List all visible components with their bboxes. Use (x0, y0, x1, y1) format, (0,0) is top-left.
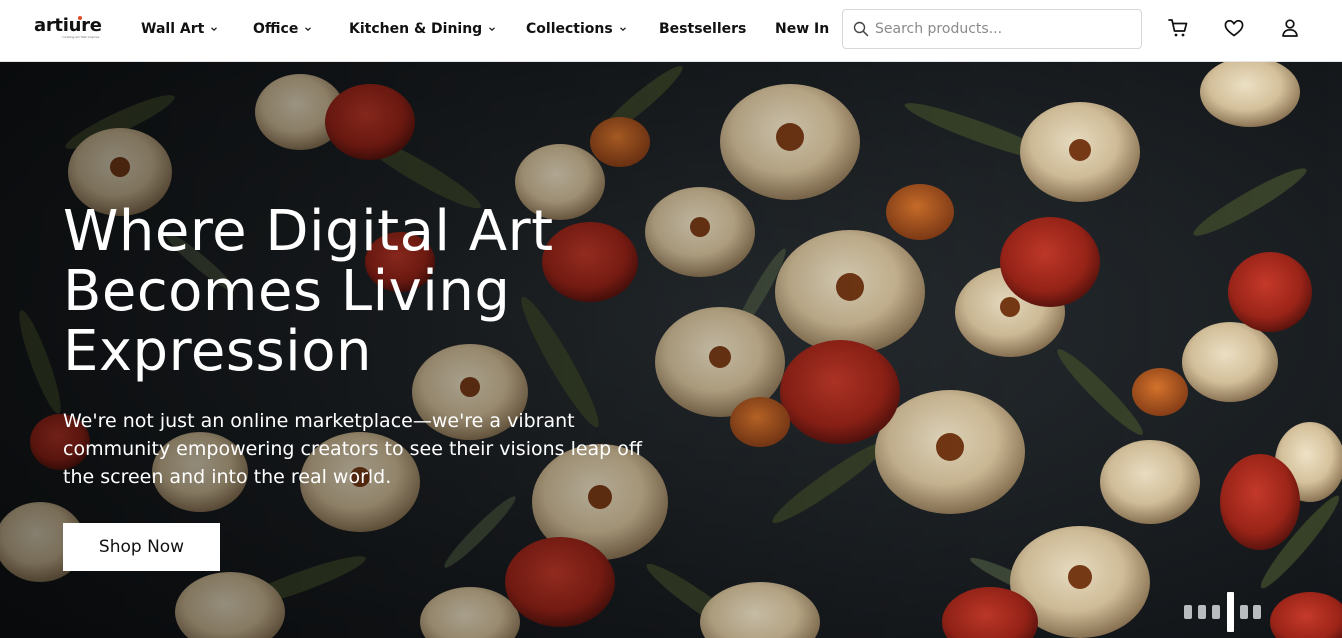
site-header: artiure curating art that inspires Wall … (0, 0, 1342, 62)
heart-icon[interactable] (1223, 17, 1245, 39)
chevron-down-icon (211, 27, 218, 32)
hero-banner: Where Digital Art Becomes Living Express… (0, 62, 1342, 638)
nav-item-office[interactable]: Office (253, 0, 312, 58)
carousel-dot[interactable] (1240, 605, 1248, 619)
search-input[interactable] (875, 16, 1133, 42)
nav-item-new-in[interactable]: New In (775, 0, 829, 58)
nav-item-kitchen-dining[interactable]: Kitchen & Dining (349, 0, 496, 58)
nav-item-label: Bestsellers (659, 21, 747, 37)
nav-item-wall-art[interactable]: Wall Art (141, 0, 218, 58)
hero-title-line: Where Digital Art (63, 199, 554, 264)
logo-wordmark: artiure (34, 15, 102, 36)
cart-icon[interactable] (1167, 17, 1189, 39)
carousel-dot-active[interactable] (1227, 592, 1234, 632)
logo-accent-dot (78, 16, 82, 20)
carousel-dot[interactable] (1184, 605, 1192, 619)
shop-now-button[interactable]: Shop Now (63, 523, 220, 571)
search-box[interactable] (842, 9, 1142, 49)
nav-item-collections[interactable]: Collections (526, 0, 627, 58)
search-icon (853, 21, 869, 37)
nav-item-label: Kitchen & Dining (349, 21, 483, 37)
carousel-dot[interactable] (1198, 605, 1206, 619)
nav-item-label: Office (253, 21, 299, 37)
hero-subtitle: We're not just an online marketplace—we'… (63, 407, 723, 491)
carousel-indicators (1182, 592, 1272, 632)
carousel-dot[interactable] (1253, 605, 1261, 619)
nav-item-label: Collections (526, 21, 613, 37)
nav-item-label: New In (775, 21, 830, 37)
hero-title-line: Becomes Living (63, 259, 511, 324)
hero-subtitle-line: We're not just an online marketplace—we'… (63, 410, 575, 432)
logo[interactable]: artiure curating art that inspires (34, 15, 102, 42)
user-icon[interactable] (1279, 17, 1301, 39)
hero-subtitle-line: the screen and into the real world. (63, 466, 392, 488)
hero-subtitle-line: community empowering creators to see the… (63, 438, 642, 460)
chevron-down-icon (489, 27, 496, 32)
nav-item-bestsellers[interactable]: Bestsellers (659, 0, 746, 58)
carousel-dot[interactable] (1212, 605, 1220, 619)
hero-title: Where Digital Art Becomes Living Express… (63, 202, 703, 382)
chevron-down-icon (619, 27, 626, 32)
logo-tagline: curating art that inspires (62, 35, 100, 39)
nav-item-label: Wall Art (141, 21, 205, 37)
hero-title-line: Expression (63, 319, 372, 384)
chevron-down-icon (305, 27, 312, 32)
